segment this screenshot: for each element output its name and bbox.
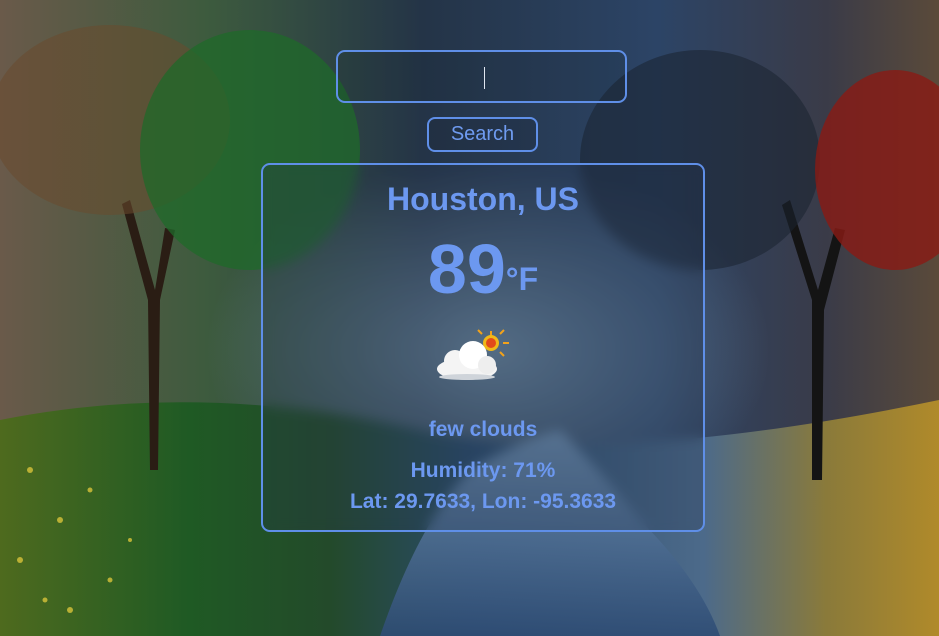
weather-app: Search Houston, US 89°F few clouds Humid… xyxy=(0,0,939,636)
search-button[interactable]: Search xyxy=(427,117,538,152)
temperature-display: 89°F xyxy=(263,229,703,309)
temperature-value: 89 xyxy=(427,230,506,308)
weather-card: Houston, US 89°F few clouds Humidity: 71… xyxy=(261,163,705,532)
humidity-text: Humidity: 71% xyxy=(410,459,556,482)
temperature-unit: °F xyxy=(505,261,539,297)
weather-description: few clouds xyxy=(428,418,538,441)
city-name: Houston, US xyxy=(387,181,579,217)
text-cursor xyxy=(484,67,485,89)
few-clouds-day-icon xyxy=(431,327,515,383)
coordinates-text: Lat: 29.7633, Lon: -95.3633 xyxy=(349,490,617,513)
search-box[interactable] xyxy=(336,50,629,103)
